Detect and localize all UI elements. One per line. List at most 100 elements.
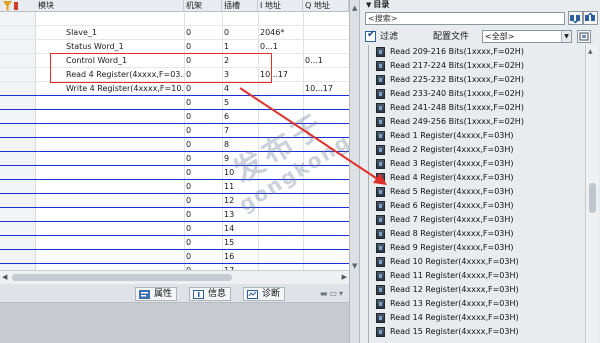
search-up-button[interactable] <box>583 11 598 25</box>
table-row[interactable]: 0 13 <box>0 208 349 222</box>
col-header-module[interactable]: 模块 <box>36 0 184 12</box>
cell-rack: 0 <box>186 154 192 163</box>
catalog-item[interactable]: Read 217-224 Bits(1xxxx,F=02H) <box>372 59 584 73</box>
filter-checkbox[interactable]: ✔ <box>365 29 376 42</box>
catalog-item-label: Read 8 Register(4xxxx,F=03H) <box>390 229 514 238</box>
cell-iaddr <box>258 194 303 208</box>
cell-slot: 11 <box>224 182 235 191</box>
pane-splitter[interactable]: ▲ ▼ <box>349 0 360 343</box>
col-header-q-address[interactable]: Q 地址 <box>303 0 349 12</box>
table-row[interactable]: Slave_1 0 0 2046* <box>0 26 349 40</box>
cell-slot: 16 <box>224 252 235 261</box>
tab-info-label: 信息 <box>208 289 227 299</box>
catalog-item[interactable]: Read 209-216 Bits(1xxxx,F=02H) <box>372 45 584 59</box>
catalog-search-input[interactable]: <搜索> <box>365 12 565 25</box>
catalog-item[interactable]: Read 4 Register(4xxxx,F=03H) <box>372 171 584 185</box>
horizontal-scrollbar[interactable]: ◀ ▶ <box>0 270 349 284</box>
catalog-title[interactable]: ▼ 目录 <box>366 0 389 9</box>
checkmark-icon: ✔ <box>367 29 376 40</box>
catalog-item[interactable]: Read 7 Register(4xxxx,F=03H) <box>372 213 584 227</box>
search-down-button[interactable] <box>568 11 583 25</box>
inspector-window: 属性 信息 诊断 ▬▭▾ <box>0 284 349 343</box>
catalog-item-label: Read 13 Register(4xxxx,F=03H) <box>390 299 519 308</box>
collapse-up-icon[interactable]: ▲ <box>352 4 357 12</box>
module-icon <box>376 117 385 127</box>
catalog-item[interactable]: Read 2 Register(4xxxx,F=03H) <box>372 143 584 157</box>
catalog-item[interactable]: Read 249-256 Bits(1xxxx,F=02H) <box>372 115 584 129</box>
catalog-item[interactable]: Read 225-232 Bits(1xxxx,F=02H) <box>372 73 584 87</box>
tab-diagnostics[interactable]: 诊断 <box>243 287 286 301</box>
table-row[interactable]: Write 4 Register(4xxxx,F=10... 0 4 10...17 <box>0 82 349 96</box>
cell-module <box>64 124 184 138</box>
cell-iaddr <box>258 180 303 194</box>
catalog-item[interactable]: Read 10 Register(4xxxx,F=03H) <box>372 255 584 269</box>
catalog-item[interactable]: Read 233-240 Bits(1xxxx,F=02H) <box>372 87 584 101</box>
catalog-item[interactable]: Read 14 Register(4xxxx,F=03H) <box>372 311 584 325</box>
table-row[interactable]: 0 15 <box>0 236 349 250</box>
cell-slot: 14 <box>224 224 235 233</box>
catalog-item[interactable]: Read 5 Register(4xxxx,F=03H) <box>372 185 584 199</box>
cell-qaddr <box>303 180 349 194</box>
table-row[interactable]: 0 16 <box>0 250 349 264</box>
catalog-item[interactable]: Read 12 Register(4xxxx,F=03H) <box>372 283 584 297</box>
profile-select[interactable]: <全部> ▼ <box>482 30 572 43</box>
table-row[interactable]: 05 <box>0 96 349 110</box>
catalog-item[interactable]: Read 241-248 Bits(1xxxx,F=02H) <box>372 101 584 115</box>
profile-settings-icon <box>579 32 589 41</box>
cell-rack: 0 <box>186 98 192 107</box>
scroll-right-icon[interactable]: ▶ <box>342 273 347 281</box>
tab-info[interactable]: 信息 <box>189 287 232 301</box>
table-row[interactable]: 0 11 <box>0 180 349 194</box>
table-row[interactable]: Status Word_1 0 1 0...1 <box>0 40 349 54</box>
table-row[interactable] <box>0 12 349 26</box>
catalog-item[interactable]: Read 15 Register(4xxxx,F=03H) <box>372 325 584 339</box>
cell-slot: 9 <box>224 154 230 163</box>
collapse-triangle-icon[interactable]: ▼ <box>366 1 371 9</box>
catalog-vertical-scrollbar[interactable]: ▲ <box>585 45 598 343</box>
scroll-left-icon[interactable]: ◀ <box>2 273 7 281</box>
cell-qaddr <box>303 124 349 138</box>
profile-settings-button[interactable] <box>577 30 591 43</box>
cell-rack <box>184 12 222 26</box>
catalog-item[interactable]: Read 8 Register(4xxxx,F=03H) <box>372 227 584 241</box>
column-filter-icon[interactable] <box>3 1 19 11</box>
catalog-item[interactable]: Read 3 Register(4xxxx,F=03H) <box>372 157 584 171</box>
module-icon <box>376 187 385 197</box>
cell-slot: 10 <box>224 168 235 177</box>
catalog-item-label: Read 225-232 Bits(1xxxx,F=02H) <box>390 75 524 84</box>
table-row[interactable]: 06 <box>0 110 349 124</box>
scrollbar-thumb[interactable] <box>12 274 232 281</box>
cell-iaddr <box>258 110 303 124</box>
table-row[interactable]: 0 10 <box>0 166 349 180</box>
scroll-up-icon[interactable]: ▲ <box>588 48 593 55</box>
catalog-pane: ▼ 目录 <搜索> ✔ 过滤 配置文件 <全部> ▼ Read 209-216 B… <box>360 0 600 343</box>
col-header-slot[interactable]: 插槽 <box>222 0 258 12</box>
table-row[interactable]: 0 14 <box>0 222 349 236</box>
cell-module <box>64 194 184 208</box>
window-controls-icon[interactable]: ▬▭▾ <box>320 289 345 298</box>
table-row[interactable]: 08 <box>0 138 349 152</box>
scrollbar-thumb[interactable] <box>589 183 596 213</box>
table-row[interactable]: 07 <box>0 124 349 138</box>
table-row[interactable]: 09 <box>0 152 349 166</box>
catalog-item[interactable]: Read 11 Register(4xxxx,F=03H) <box>372 269 584 283</box>
catalog-item[interactable]: Read 1 Register(4xxxx,F=03H) <box>372 129 584 143</box>
cell-qaddr <box>303 96 349 110</box>
cell-slot <box>222 12 258 26</box>
cell-rack: 0 <box>186 182 192 191</box>
cell-module <box>64 110 184 124</box>
catalog-item[interactable]: Read 6 Register(4xxxx,F=03H) <box>372 199 584 213</box>
cell-qaddr <box>303 12 349 26</box>
table-row[interactable]: 0 12 <box>0 194 349 208</box>
chevron-down-icon: ▼ <box>561 31 571 42</box>
catalog-item[interactable]: Read 13 Register(4xxxx,F=03H) <box>372 297 584 311</box>
module-icon <box>376 145 385 155</box>
tab-properties[interactable]: 属性 <box>135 287 178 301</box>
cell-slot: 12 <box>224 196 235 205</box>
col-header-rack[interactable]: 机架 <box>184 0 222 12</box>
cell-iaddr <box>258 96 303 110</box>
collapse-down-icon[interactable]: ▼ <box>352 262 357 270</box>
col-header-i-address[interactable]: I 地址 <box>258 0 303 12</box>
catalog-item[interactable]: Read 9 Register(4xxxx,F=03H) <box>372 241 584 255</box>
cell-iaddr <box>258 236 303 250</box>
